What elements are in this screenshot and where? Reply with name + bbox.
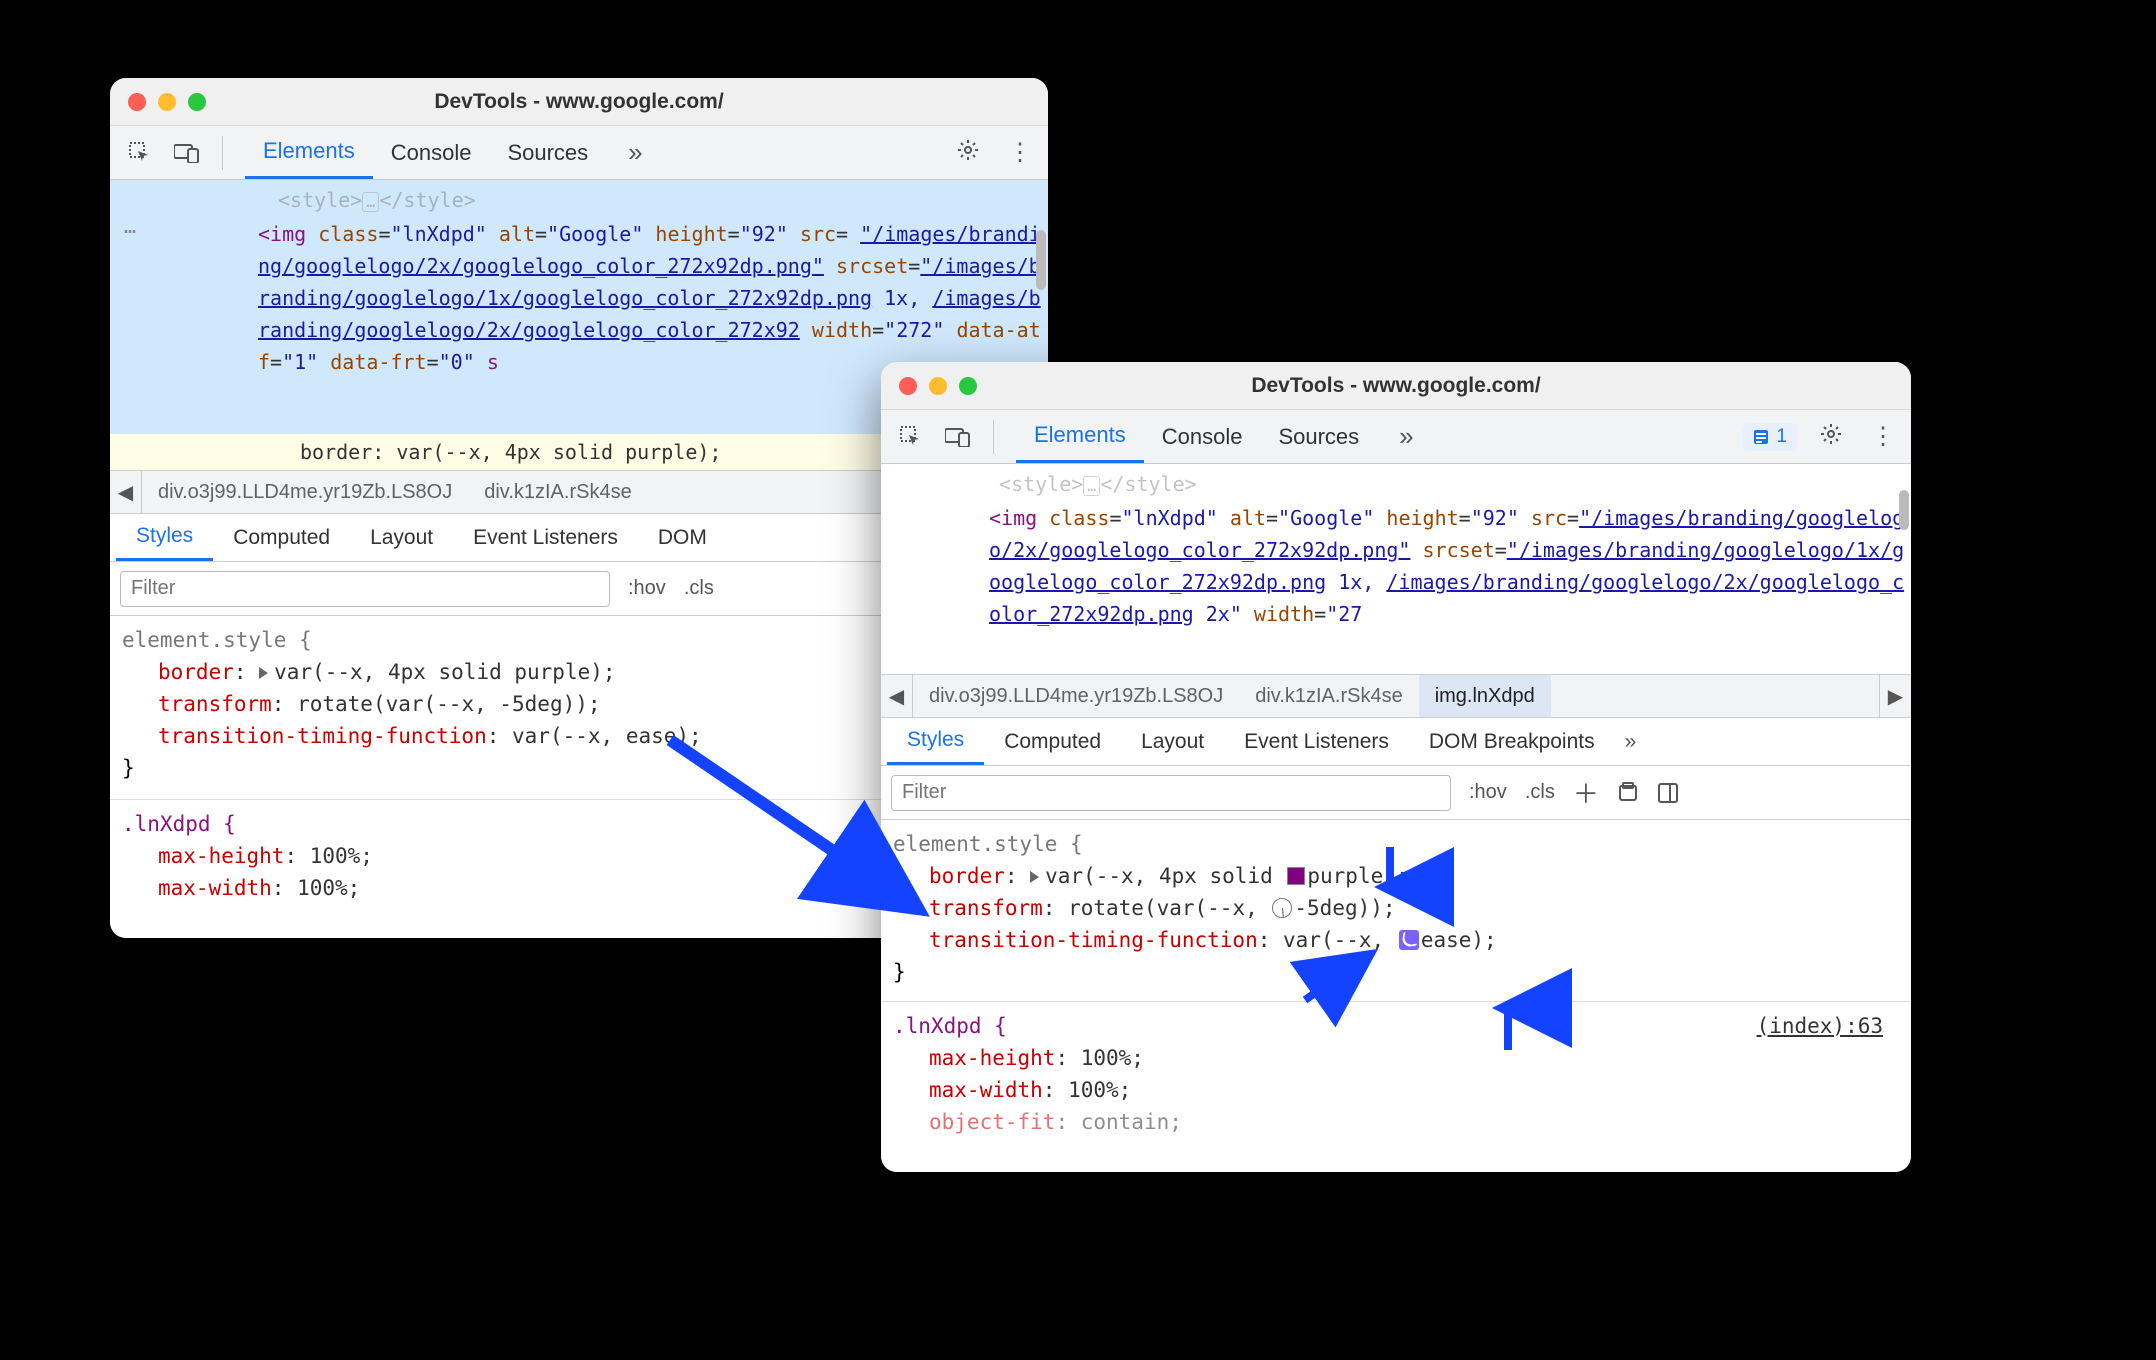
subtab-event-listeners[interactable]: Event Listeners <box>1224 718 1409 765</box>
more-tabs-icon[interactable]: » <box>628 137 642 168</box>
breadcrumb: ◀ div.o3j99.LLD4me.yr19Zb.LS8OJ div.k1zI… <box>881 674 1911 718</box>
device-toggle-icon[interactable] <box>174 143 200 163</box>
tab-sources[interactable]: Sources <box>1260 410 1377 463</box>
tab-sources[interactable]: Sources <box>489 126 606 179</box>
kebab-icon[interactable]: ⋮ <box>1002 138 1038 167</box>
gear-icon[interactable] <box>1819 422 1843 452</box>
titlebar: DevTools - www.google.com/ <box>881 362 1911 410</box>
breadcrumb-right-icon[interactable]: ▶ <box>1879 675 1911 717</box>
crumb-div-1[interactable]: div.o3j99.LLD4me.yr19Zb.LS8OJ <box>913 675 1239 717</box>
new-style-rule-icon[interactable]: ＋ <box>1573 774 1599 811</box>
subtab-dom[interactable]: DOM <box>638 514 727 561</box>
dom-node-img[interactable]: <img class="lnXdpd" alt="Google" height=… <box>118 218 1048 378</box>
main-toolbar: Elements Console Sources » ⋮ <box>110 126 1048 180</box>
titlebar: DevTools - www.google.com/ <box>110 78 1048 126</box>
subtab-layout[interactable]: Layout <box>350 514 453 561</box>
crumb-div-2[interactable]: div.k1zIA.rSk4se <box>1239 675 1418 717</box>
color-swatch-icon[interactable] <box>1287 867 1305 885</box>
annotation-arrow-up-3 <box>1493 1000 1523 1060</box>
computed-sidebar-icon[interactable] <box>1657 782 1679 804</box>
window-title: DevTools - www.google.com/ <box>881 374 1911 398</box>
decl-max-width[interactable]: max-width: 100%; <box>893 1074 1899 1106</box>
expand-shorthand-icon[interactable] <box>259 667 268 679</box>
annotation-arrow-down-1 <box>1375 845 1405 905</box>
devtools-window-right: DevTools - www.google.com/ Elements Cons… <box>881 362 1911 1172</box>
traffic-lights <box>128 93 206 111</box>
panel-tabs: Elements Console Sources <box>245 126 606 179</box>
more-subtabs-icon[interactable]: » <box>1615 718 1647 765</box>
minimize-icon[interactable] <box>929 377 947 395</box>
cls-toggle[interactable]: .cls <box>1525 781 1555 804</box>
more-tabs-icon[interactable]: » <box>1399 421 1413 452</box>
minimize-icon[interactable] <box>158 93 176 111</box>
divider <box>222 136 223 170</box>
breadcrumb-left-icon[interactable]: ◀ <box>881 675 913 717</box>
tab-console[interactable]: Console <box>1144 410 1261 463</box>
gear-icon[interactable] <box>956 138 980 168</box>
subtab-computed[interactable]: Computed <box>213 514 350 561</box>
subtab-event-listeners[interactable]: Event Listeners <box>453 514 638 561</box>
annotation-arrow-main <box>660 730 950 945</box>
rule-lnxdpd: .lnXdpd { (index):63 <box>893 1010 1899 1042</box>
subtab-layout[interactable]: Layout <box>1121 718 1224 765</box>
bezier-swatch-icon[interactable] <box>1399 930 1419 950</box>
zoom-icon[interactable] <box>188 93 206 111</box>
close-brace: } <box>893 956 1899 988</box>
panel-tabs: Elements Console Sources <box>1016 410 1377 463</box>
window-title: DevTools - www.google.com/ <box>110 90 1048 114</box>
source-link[interactable]: (index):63 <box>1757 1010 1883 1042</box>
close-icon[interactable] <box>899 377 917 395</box>
main-toolbar: Elements Console Sources » 1 ⋮ <box>881 410 1911 464</box>
style-history-icon[interactable] <box>1617 782 1639 804</box>
inspect-icon[interactable] <box>128 141 152 165</box>
styles-subtabs: Styles Computed Layout Event Listeners D… <box>881 718 1911 766</box>
dom-node-style: <style>…</style> <box>118 184 1048 218</box>
hov-toggle[interactable]: :hov <box>1469 781 1507 804</box>
dom-node-img[interactable]: <img class="lnXdpd" alt="Google" height=… <box>889 502 1911 630</box>
filter-input[interactable] <box>891 775 1451 811</box>
subtab-styles[interactable]: Styles <box>116 514 213 561</box>
issues-icon <box>1752 428 1770 446</box>
breadcrumb-left-icon[interactable]: ◀ <box>110 471 142 513</box>
decl-object-fit[interactable]: object-fit: contain; <box>893 1106 1899 1138</box>
issues-badge[interactable]: 1 <box>1742 423 1797 451</box>
expand-shorthand-icon[interactable] <box>1030 871 1039 883</box>
dom-node-style: <style>…</style> <box>889 468 1911 502</box>
dom-tree[interactable]: <style>…</style> <img class="lnXdpd" alt… <box>881 464 1911 674</box>
decl-max-height[interactable]: max-height: 100%; <box>893 1042 1899 1074</box>
zoom-icon[interactable] <box>959 377 977 395</box>
styles-filter-row: :hov .cls ＋ <box>881 766 1911 820</box>
filter-input[interactable] <box>120 571 610 607</box>
subtab-dom-breakpoints[interactable]: DOM Breakpoints <box>1409 718 1615 765</box>
divider <box>993 420 994 454</box>
scrollbar[interactable] <box>1036 230 1046 290</box>
crumb-div-2[interactable]: div.k1zIA.rSk4se <box>468 471 647 513</box>
tab-elements[interactable]: Elements <box>1016 410 1144 463</box>
device-toggle-icon[interactable] <box>945 427 971 447</box>
hov-toggle[interactable]: :hov <box>628 577 666 600</box>
inspect-icon[interactable] <box>899 425 923 449</box>
crumb-div-1[interactable]: div.o3j99.LLD4me.yr19Zb.LS8OJ <box>142 471 468 513</box>
kebab-icon[interactable]: ⋮ <box>1865 422 1901 451</box>
cls-toggle[interactable]: .cls <box>684 577 714 600</box>
issues-count: 1 <box>1776 426 1787 448</box>
tab-console[interactable]: Console <box>373 126 490 179</box>
close-icon[interactable] <box>128 93 146 111</box>
angle-swatch-icon[interactable] <box>1272 898 1292 918</box>
tab-elements[interactable]: Elements <box>245 126 373 179</box>
scrollbar[interactable] <box>1899 490 1909 530</box>
annotation-arrow-diag-2 <box>1300 950 1380 1015</box>
traffic-lights <box>899 377 977 395</box>
decl-ttf[interactable]: transition-timing-function: var(--x, eas… <box>893 924 1899 956</box>
crumb-img[interactable]: img.lnXdpd <box>1419 675 1551 717</box>
subtab-computed[interactable]: Computed <box>984 718 1121 765</box>
